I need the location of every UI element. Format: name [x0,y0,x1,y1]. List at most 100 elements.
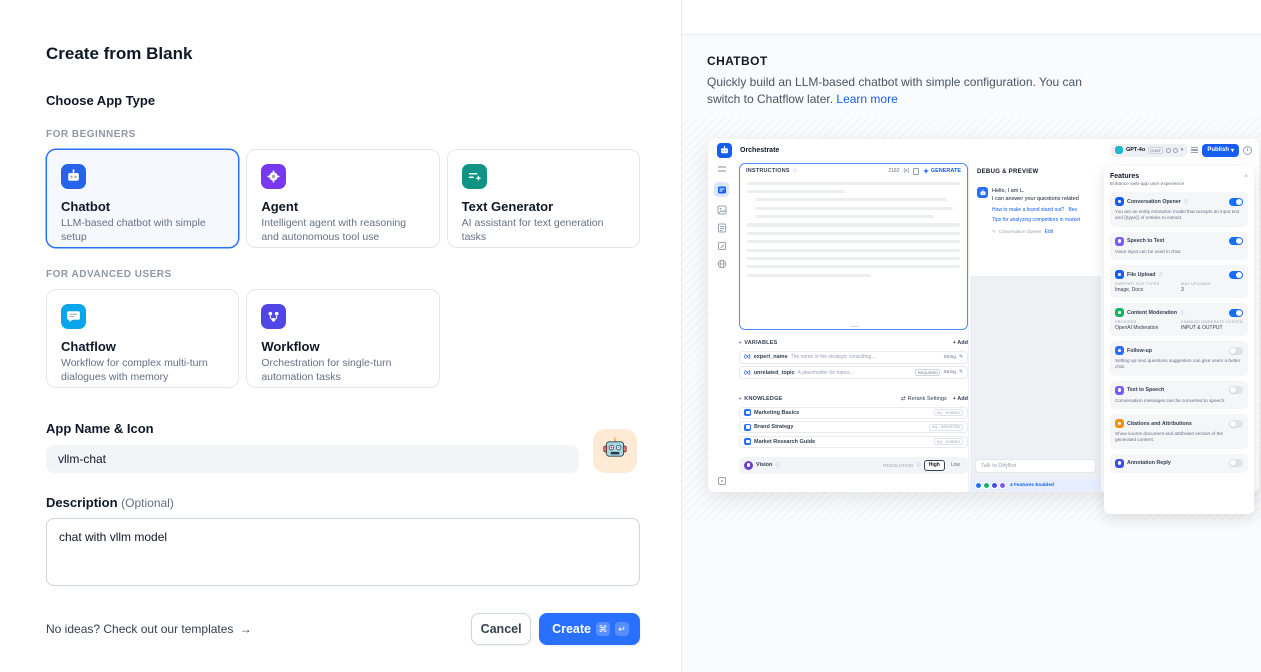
card-title: Text Generator [462,199,625,214]
description-textarea[interactable]: chat with vllm model [46,518,640,586]
app-type-card-chatbot[interactable]: Chatbot LLM-based chatbot with simple se… [46,149,239,248]
model-mode-badge: CHAT [1148,147,1164,154]
publish-button: Publish ▾ [1202,144,1239,157]
variable-tag-icon: {x} [744,354,751,360]
agent-icon [261,164,286,189]
suggested-question: How to make a brand stand out? Bes [992,207,1080,215]
knowledge-doc-icon [744,424,751,431]
close-icon: × [1244,174,1248,180]
app-type-info-panel: CHATBOT Quickly build an LLM-based chatb… [681,0,1261,672]
arrow-right-icon: → [240,622,252,636]
app-type-card-chatflow[interactable]: Chatflow Workflow for complex multi-turn… [46,289,239,388]
card-desc: Workflow for complex multi-turn dialogue… [61,357,224,385]
app-type-card-text-generator[interactable]: Text Generator AI assistant for text gen… [447,149,640,248]
pencil-icon: ✎ [959,355,963,360]
templates-link[interactable]: No ideas? Check out our templates → [46,622,252,636]
page-title: Create from Blank [46,44,640,64]
variable-row: {x} unrelated_topic A placeholder for to… [739,366,968,379]
bot-avatar [977,187,988,198]
preview-app-icon [717,143,732,158]
feature-card-annotation-reply: Annotation Reply [1110,454,1248,473]
annotation-reply-icon [1115,459,1124,468]
app-type-card-agent[interactable]: Agent Intelligent agent with reasoning a… [246,149,439,248]
variable-row: {x} expert_name The name of the strategi… [739,351,968,364]
debug-preview-header: DEBUG & PREVIEW [969,161,1101,175]
preview-title: Orchestrate [740,147,779,154]
create-button[interactable]: Create ⌘ ↵ [539,613,640,645]
resize-grip [850,326,859,328]
text-to-speech-icon [1115,386,1124,395]
citations-icon [1115,419,1124,428]
caret-down-icon: ▾ [739,340,741,346]
info-icon: ⓘ [1159,272,1164,278]
history-icon [1243,146,1252,155]
advanced-cards: Chatflow Workflow for complex multi-turn… [46,289,640,388]
feature-card-follow-up: Follow-up Setting up next questions sugg… [1110,341,1248,376]
knowledge-item: Brand Strategy HQ · INVERTED [739,421,968,433]
knowledge-item: Market Research Guide HQ · HYBRID [739,436,968,448]
speech-to-text-icon [1115,237,1124,246]
feature-toggle [1229,347,1243,355]
info-icon: ⓘ [1184,199,1189,205]
feature-toggle [1229,198,1243,206]
suggested-question: Tips for analyzing competitors in market [992,217,1080,225]
edit-opener-link: Edit [1045,229,1054,237]
resolution-low-option: Low [948,461,963,470]
instructions-panel: INSTRUCTIONS ⓘ 2182 {x} GENERATE [739,163,968,330]
workflow-icon [261,304,286,329]
resolution-high-option: High [924,460,945,471]
knowledge-item: Marketing Basics HQ · HYBRID [739,407,968,419]
card-desc: AI assistant for text generation tasks [462,217,625,245]
learn-more-link[interactable]: Learn more [836,92,897,106]
knowledge-section-header: ▾ KNOWLEDGE ⇄ Rerank Settings + Add [739,394,968,404]
app-icon-picker[interactable] [593,429,637,473]
feature-toggle [1229,309,1243,317]
chatbot-preview-image: Orchestrate GPT-4o CHAT ▾ Publish [708,139,1259,492]
feature-toggle [1229,420,1243,428]
beginner-cards: Chatbot LLM-based chatbot with simple se… [46,149,640,248]
cancel-button[interactable]: Cancel [471,613,531,645]
instructions-label: INSTRUCTIONS [746,168,790,174]
cmd-key-icon: ⌘ [596,622,610,636]
settings-square-icon [717,476,727,486]
info-icon: ⓘ [775,462,780,468]
model-provider-icon [1115,146,1123,154]
knowledge-doc-icon [744,409,751,416]
generate-button: GENERATE [923,168,961,174]
vision-setting-row: Vision ⓘ RESOLUTION ⓘ High Low [739,457,968,474]
app-type-heading: CHATBOT [707,54,1231,68]
greeting-line: I can answer your questions related [992,195,1080,203]
app-type-card-workflow[interactable]: Workflow Orchestration for single-turn a… [246,289,439,388]
bot-message: Hello, I am L. I can answer your questio… [977,187,1099,236]
preview-background: Orchestrate GPT-4o CHAT ▾ Publish [682,117,1261,520]
note-icon [717,241,727,251]
card-desc: Orchestration for single-turn automation… [261,357,424,385]
debug-preview-column: DEBUG & PREVIEW Hello, I am L. I can ans… [968,161,1101,492]
feature-card-text-to-speech: Text to Speech Conversation messages can… [1110,381,1248,409]
image-icon [717,205,727,215]
model-mini-icon-1 [1166,148,1171,153]
feature-dot [999,482,1006,489]
globe-icon [717,259,727,269]
feature-toggle [1229,271,1243,279]
rerank-settings-button: ⇄ Rerank Settings [901,396,947,402]
chevron-down-icon: ▾ [1231,147,1234,154]
card-title: Workflow [261,339,424,354]
right-panel-footer-area [682,520,1261,672]
model-settings-icon [1191,147,1198,153]
info-icon: ⓘ [916,462,921,468]
document-icon [717,223,727,233]
orchestrate-tab-icon [714,182,729,197]
preview-sidebar-rail [708,161,735,492]
preview-config-column: INSTRUCTIONS ⓘ 2182 {x} GENERATE [739,163,968,474]
feature-card-speech-to-text: Speech to Text Voice input can be used i… [1110,232,1248,260]
add-knowledge-button: + Add [953,396,968,402]
app-name-input[interactable] [46,445,579,473]
card-desc: LLM-based chatbot with simple setup [61,217,224,245]
variables-section-header: ▾ VARIABLES + Add [739,338,968,348]
add-variable-button: + Add [953,340,968,346]
pencil-icon: ✎ [959,370,963,375]
features-enabled-bar: 4 Features Enabled [970,479,1101,491]
token-count: 2182 [888,168,899,174]
model-name: GPT-4o [1126,147,1145,153]
